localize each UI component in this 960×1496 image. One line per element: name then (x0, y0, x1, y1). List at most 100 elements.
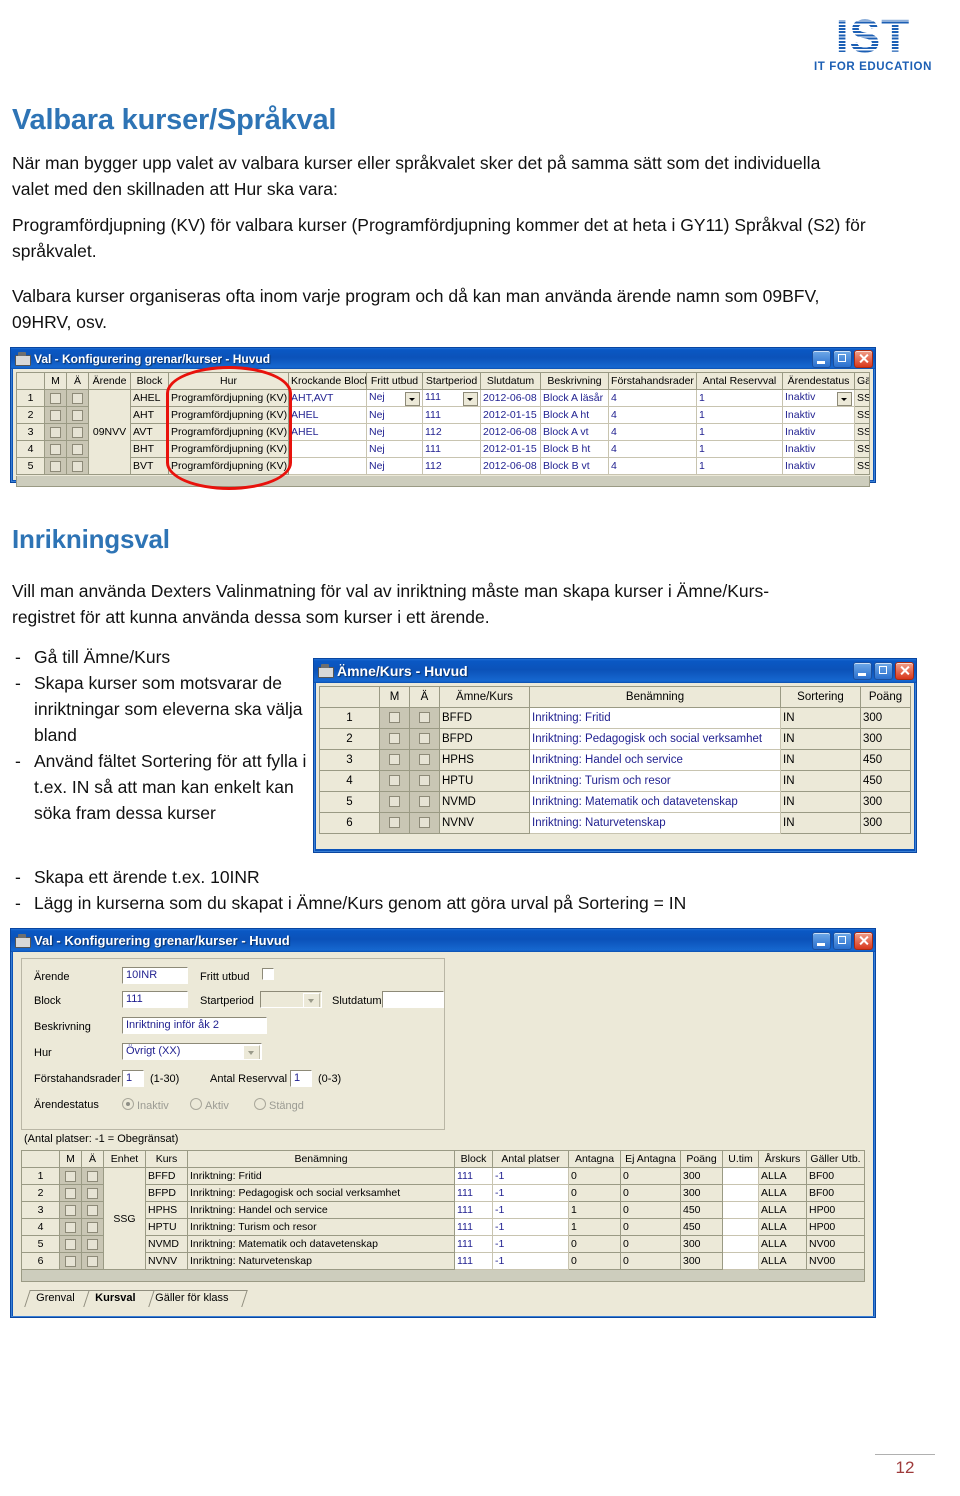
poang-cell[interactable]: 300 (680, 1184, 723, 1202)
tab-kursval[interactable]: Kursval (82, 1290, 155, 1307)
row-checkbox[interactable] (59, 1201, 82, 1219)
arende-field[interactable]: 10INR (122, 967, 188, 984)
checkbox-icon[interactable] (389, 796, 400, 808)
row-number[interactable]: 5 (319, 791, 380, 813)
arendestatus-cell[interactable]: Inaktiv (782, 457, 855, 475)
checkbox-icon[interactable] (72, 443, 83, 455)
arskurs-cell[interactable]: ALLA (758, 1184, 807, 1202)
checkbox-icon[interactable] (419, 712, 430, 724)
row-number[interactable]: 1 (319, 707, 380, 729)
slutdatum-cell[interactable]: 2012-01-15 (480, 406, 541, 424)
col-m[interactable]: M (44, 372, 67, 390)
row-checkbox[interactable] (379, 791, 410, 813)
tab-galler-for-klass[interactable]: Gäller för klass (143, 1290, 249, 1307)
forstahandsrader-cell[interactable]: 4 (608, 440, 697, 458)
chevron-down-icon[interactable] (405, 391, 420, 406)
sortering-cell[interactable]: IN (780, 770, 861, 792)
poang-cell[interactable]: 450 (680, 1218, 723, 1236)
window-val-konfigurering-top[interactable]: Val - Konfigurering grenar/kurser - Huvu… (10, 347, 876, 487)
galler-for-klass-cell[interactable]: SSG - NV09 (854, 457, 870, 475)
row-checkbox[interactable] (44, 423, 67, 441)
kurs-cell[interactable]: NVMD (145, 1235, 188, 1253)
checkbox-icon[interactable] (389, 733, 400, 745)
row-checkbox[interactable] (59, 1184, 82, 1202)
forstahandsrader-cell[interactable]: 4 (608, 406, 697, 424)
antagna-cell[interactable]: 0 (568, 1167, 621, 1185)
row-number[interactable]: 4 (319, 770, 380, 792)
row-checkbox[interactable] (66, 440, 89, 458)
minimize-icon[interactable] (812, 931, 831, 950)
benamning-cell[interactable]: Inriktning: Handel och service (187, 1201, 455, 1219)
block-cell[interactable]: 111 (454, 1252, 493, 1270)
checkbox-icon[interactable] (419, 796, 430, 808)
col-arskurs[interactable]: Årskurs (758, 1150, 807, 1168)
utim-cell[interactable] (722, 1184, 759, 1202)
krockande-block-cell[interactable]: AHEL (288, 406, 367, 424)
amne-kurs-cell[interactable]: BFPD (439, 728, 530, 750)
arskurs-cell[interactable]: ALLA (758, 1235, 807, 1253)
antagna-cell[interactable]: 0 (568, 1235, 621, 1253)
col-antal-reservval[interactable]: Antal Reservval (696, 372, 783, 390)
checkbox-icon[interactable] (389, 754, 400, 766)
table-row[interactable]: 4 BHT Programfördjupning (KV) Nej 111 2012-01… (16, 440, 870, 458)
row-checkbox[interactable] (409, 791, 440, 813)
row-checkbox[interactable] (81, 1252, 104, 1270)
minimize-icon[interactable] (853, 662, 872, 680)
checkbox-icon[interactable] (65, 1187, 76, 1199)
poang-cell[interactable]: 300 (680, 1252, 723, 1270)
col-utim[interactable]: U.tim (722, 1150, 759, 1168)
forstahandsrader-field[interactable]: 1 (122, 1070, 144, 1087)
antal-platser-cell[interactable]: -1 (492, 1235, 569, 1253)
row-number[interactable]: 4 (16, 440, 45, 458)
row-checkbox[interactable] (44, 457, 67, 475)
antal-reservval-cell[interactable]: 1 (696, 389, 783, 407)
col-kurs[interactable]: Kurs (145, 1150, 188, 1168)
col-poang[interactable]: Poäng (860, 686, 911, 708)
antal-reservval-cell[interactable]: 1 (696, 406, 783, 424)
kurs-cell[interactable]: HPHS (145, 1201, 188, 1219)
slutdatum-cell[interactable]: 2012-01-15 (480, 440, 541, 458)
status-radio-aktiv[interactable]: Aktiv (190, 1098, 229, 1112)
close-icon[interactable] (854, 931, 873, 950)
row-checkbox[interactable] (379, 707, 410, 729)
col-startperiod[interactable]: Startperiod (422, 372, 481, 390)
beskrivning-cell[interactable]: Block A vt (540, 423, 609, 441)
checkbox-icon[interactable] (50, 392, 61, 404)
row-checkbox[interactable] (66, 389, 89, 407)
startperiod-cell[interactable]: 112 (422, 457, 481, 475)
col-blank[interactable] (16, 372, 45, 390)
benamning-cell[interactable]: Inriktning: Matematik och datavetenskap (529, 791, 781, 813)
galler-for-klass-cell[interactable]: SSG - NV09 (854, 406, 870, 424)
block-cell[interactable]: 111 (454, 1201, 493, 1219)
ej-antagna-cell[interactable]: 0 (620, 1167, 681, 1185)
window3-horizontal-scrollbar[interactable] (21, 1270, 865, 1282)
krockande-block-cell[interactable]: AHT,AVT (288, 389, 367, 407)
col-enhet[interactable]: Enhet (103, 1150, 146, 1168)
block-cell[interactable]: BHT (130, 440, 169, 458)
ej-antagna-cell[interactable]: 0 (620, 1184, 681, 1202)
fritt-utbud-cell[interactable]: Nej (366, 423, 423, 441)
table-row[interactable]: 1 09NVV AHEL Programfördjupning (KV) AHT,AVT… (16, 389, 870, 475)
fritt-utbud-checkbox[interactable] (262, 968, 274, 980)
arendestatus-cell[interactable]: Inaktiv (782, 406, 855, 424)
checkbox-icon[interactable] (87, 1204, 98, 1216)
row-number[interactable]: 6 (319, 812, 380, 834)
galler-utb-cell[interactable]: BF00 (806, 1167, 865, 1185)
slutdatum-cell[interactable]: 2012-06-08 (480, 457, 541, 475)
sortering-cell[interactable]: IN (780, 812, 861, 834)
col-krockande-block[interactable]: Krockande Block (288, 372, 367, 390)
checkbox-icon[interactable] (87, 1238, 98, 1250)
block-field[interactable]: 111 (122, 991, 188, 1008)
grid-grenar-kurser[interactable]: M Ä Ärende Block Hur Krockande Block Fri… (16, 372, 870, 475)
row-checkbox[interactable] (379, 728, 410, 750)
sortering-cell[interactable]: IN (780, 707, 861, 729)
antal-reservval-field[interactable]: 1 (290, 1070, 312, 1087)
table-row[interactable]: 1 BFFD Inriktning: Fritid IN 300 (319, 707, 911, 729)
col-a[interactable]: Ä (81, 1150, 104, 1168)
col-block[interactable]: Block (454, 1150, 493, 1168)
col-galler-utb[interactable]: Gäller Utb. (806, 1150, 865, 1168)
row-checkbox[interactable] (409, 728, 440, 750)
ej-antagna-cell[interactable]: 0 (620, 1252, 681, 1270)
checkbox-icon[interactable] (87, 1221, 98, 1233)
sortering-cell[interactable]: IN (780, 749, 861, 771)
